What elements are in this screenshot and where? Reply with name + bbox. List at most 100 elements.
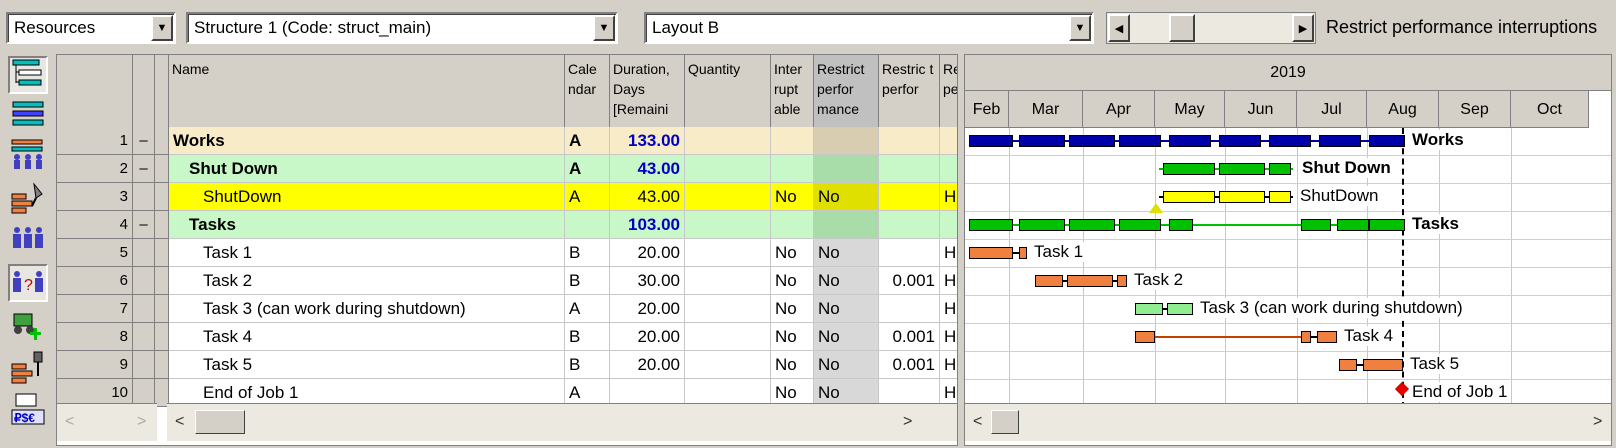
task1-bar[interactable] <box>969 247 1013 259</box>
cell-sep[interactable] <box>133 239 155 267</box>
cell-qty[interactable] <box>685 323 771 351</box>
cell-rp1[interactable] <box>879 295 940 323</box>
tasks-summary-bar[interactable] <box>1337 219 1369 231</box>
works-bar-segment[interactable] <box>1119 135 1161 147</box>
cell-rp1[interactable] <box>879 155 940 183</box>
scroll-right-button[interactable]: ▶ <box>1292 14 1314 42</box>
header-splitter[interactable] <box>155 55 169 128</box>
header-quantity[interactable]: Quantity <box>685 55 771 128</box>
cell-name[interactable]: Task 3 (can work during shutdown) <box>169 295 565 323</box>
task2-bar[interactable] <box>1035 275 1063 287</box>
cell-name[interactable]: Task 4 <box>169 323 565 351</box>
cell-num[interactable]: 7 <box>57 295 133 323</box>
cell-num[interactable]: 2 <box>57 155 133 183</box>
table-row[interactable]: 9Task 5B20.00NoNo0.001Hour <box>57 351 957 379</box>
cell-rp2[interactable] <box>940 211 957 239</box>
header-restrict-performance[interactable]: Restrict perfor mance <box>814 55 879 128</box>
task5-bar[interactable] <box>1363 359 1403 371</box>
cell-inter[interactable] <box>771 127 814 155</box>
structure-select[interactable]: Structure 1 (Code: struct_main) ▼ <box>186 12 618 44</box>
cell-restrict[interactable]: No <box>814 267 879 295</box>
cell-num[interactable]: 8 <box>57 323 133 351</box>
cell-name[interactable]: Tasks <box>169 211 565 239</box>
cell-rp1[interactable] <box>879 183 940 211</box>
cell-inter[interactable]: No <box>771 183 814 211</box>
cell-dur[interactable]: 20.00 <box>610 295 685 323</box>
scroll-left-button[interactable]: ◀ <box>1108 14 1130 42</box>
cell-inter[interactable]: No <box>771 351 814 379</box>
table-row[interactable]: 6Task 2B30.00NoNo0.001Hour <box>57 267 957 295</box>
cell-num[interactable]: 9 <box>57 351 133 379</box>
scroll-left-icon[interactable]: < <box>973 413 982 431</box>
cell-restrict[interactable]: No <box>814 295 879 323</box>
cell-cal[interactable]: B <box>565 351 610 379</box>
works-bar-segment[interactable] <box>1269 135 1311 147</box>
cell-qty[interactable] <box>685 351 771 379</box>
table-row[interactable]: 5 Task 1B20.00 NoNo Hour <box>57 239 957 267</box>
cell-sep[interactable] <box>133 183 155 211</box>
cell-inter[interactable] <box>771 155 814 183</box>
cell-name[interactable]: Task 1 <box>169 239 565 267</box>
cell-dur[interactable]: 43.00 <box>610 155 685 183</box>
task2-bar[interactable] <box>1117 275 1127 287</box>
task4-bar[interactable] <box>1301 331 1311 343</box>
task4-bar[interactable] <box>1135 331 1155 343</box>
cell-cal[interactable]: B <box>565 239 610 267</box>
cell-rp2[interactable]: Hour <box>940 323 957 351</box>
header-duration[interactable]: Duration, Days [Remaini <box>610 55 685 128</box>
chevron-down-icon[interactable]: ▼ <box>593 15 615 41</box>
task5-bar[interactable] <box>1339 359 1357 371</box>
task4-bar[interactable] <box>1317 331 1337 343</box>
cell-qty[interactable] <box>685 155 771 183</box>
cell-num[interactable]: 5 <box>57 239 133 267</box>
people-team-icon[interactable] <box>8 136 48 174</box>
shutdown-summary-bar[interactable] <box>1163 163 1215 175</box>
cell-restrict[interactable] <box>814 155 879 183</box>
header-calendar[interactable]: Cale ndar <box>565 55 610 128</box>
cell-cal[interactable]: B <box>565 323 610 351</box>
cell-dur[interactable]: 43.00 <box>610 183 685 211</box>
cell-name[interactable]: Task 2 <box>169 267 565 295</box>
cell-cal[interactable]: B <box>565 267 610 295</box>
works-bar-segment[interactable] <box>1219 135 1261 147</box>
shutdown-task-bar[interactable] <box>1269 191 1291 203</box>
shutdown-task-bar[interactable] <box>1219 191 1265 203</box>
task3-bar[interactable] <box>1167 303 1193 315</box>
cell-inter[interactable]: No <box>771 295 814 323</box>
tasks-summary-bar[interactable] <box>1119 219 1161 231</box>
cell-cal[interactable]: A <box>565 295 610 323</box>
cell-cal[interactable]: A <box>565 155 610 183</box>
works-bar-segment[interactable] <box>969 135 1013 147</box>
table-row[interactable]: 1– Works A 133.00 <box>57 127 957 155</box>
cost-currency-icon[interactable]: ₽$€ <box>8 390 48 428</box>
scroll-left-icon[interactable]: < <box>175 413 184 431</box>
scroll-thumb[interactable] <box>991 410 1019 434</box>
cell-sep[interactable] <box>133 351 155 379</box>
tasks-summary-bar[interactable] <box>1169 219 1193 231</box>
table-row[interactable]: 7 Task 3 (can work during shutdown) A 20.00… <box>57 295 957 323</box>
people-icon[interactable] <box>8 220 48 258</box>
cell-dur[interactable]: 20.00 <box>610 239 685 267</box>
header-restrict-perfor-1[interactable]: Restric t perfor <box>879 55 940 128</box>
table-row[interactable]: 8Task 4B20.00NoNo0.001Hour <box>57 323 957 351</box>
table-row[interactable]: 3 ShutDownA43.00 NoNo Hour <box>57 183 957 211</box>
cell-num[interactable]: 3 <box>57 183 133 211</box>
scroll-right-icon[interactable]: > <box>1593 413 1602 431</box>
cell-rp2[interactable] <box>940 127 957 155</box>
table-row[interactable]: 4– Tasks 103.00 <box>57 211 957 239</box>
milestone-diamond-icon[interactable] <box>1394 381 1410 397</box>
chevron-down-icon[interactable]: ▼ <box>151 15 173 41</box>
chevron-down-icon[interactable]: ▼ <box>1069 15 1091 41</box>
shutdown-task-bar[interactable] <box>1163 191 1215 203</box>
cell-qty[interactable] <box>685 295 771 323</box>
cell-inter[interactable]: No <box>771 239 814 267</box>
tasks-summary-bar[interactable] <box>1069 219 1115 231</box>
cell-sep[interactable] <box>133 323 155 351</box>
cell-rp1[interactable]: 0.001 <box>879 351 940 379</box>
shutdown-summary-bar[interactable] <box>1269 163 1291 175</box>
cell-name[interactable]: Shut Down <box>169 155 565 183</box>
brick-trowel-icon[interactable] <box>8 178 48 216</box>
toolbar-scrollbar[interactable]: ◀ ▶ <box>1106 12 1316 44</box>
cell-qty[interactable] <box>685 267 771 295</box>
cell-restrict[interactable]: No <box>814 183 879 211</box>
